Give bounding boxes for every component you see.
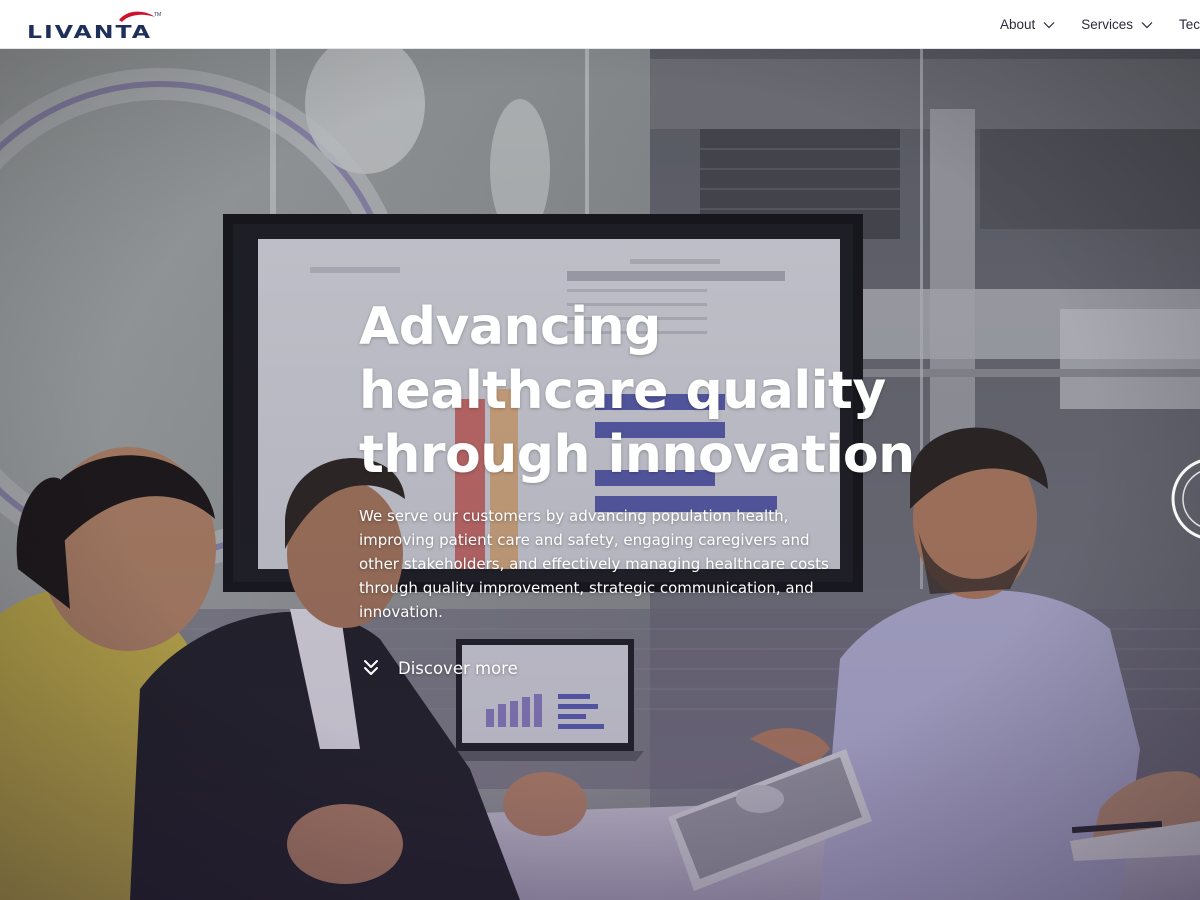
logo-wordmark: LIVANTA: [27, 22, 152, 41]
nav-item-label: About: [1000, 17, 1036, 32]
nav-item-label: Tech: [1179, 17, 1200, 32]
logo-swoosh: [119, 11, 155, 22]
nav-item-about[interactable]: About: [1000, 0, 1055, 49]
discover-more-link[interactable]: Discover more: [362, 654, 518, 682]
chevron-down-icon: [1043, 21, 1055, 28]
chevron-down-icon: [1141, 21, 1153, 28]
double-chevron-down-icon: [364, 660, 378, 675]
nav-item-label: Services: [1081, 17, 1134, 32]
logo-trademark: TM: [154, 12, 161, 18]
hero-title: Advancing healthcare quality through inn…: [359, 297, 915, 485]
livanta-logo[interactable]: TM LIVANTA: [26, 9, 162, 41]
carousel-control[interactable]: [1168, 454, 1200, 544]
nav-item-services[interactable]: Services: [1081, 0, 1153, 49]
main-nav: About Services Tech: [1000, 0, 1200, 49]
hero-section: Advancing healthcare quality through inn…: [0, 49, 1200, 900]
discover-more-label: Discover more: [398, 658, 518, 678]
nav-item-tech[interactable]: Tech: [1179, 0, 1200, 49]
hero-description: We serve our customers by advancing popu…: [359, 507, 829, 621]
site-header: TM LIVANTA About Services Tech: [0, 0, 1200, 49]
